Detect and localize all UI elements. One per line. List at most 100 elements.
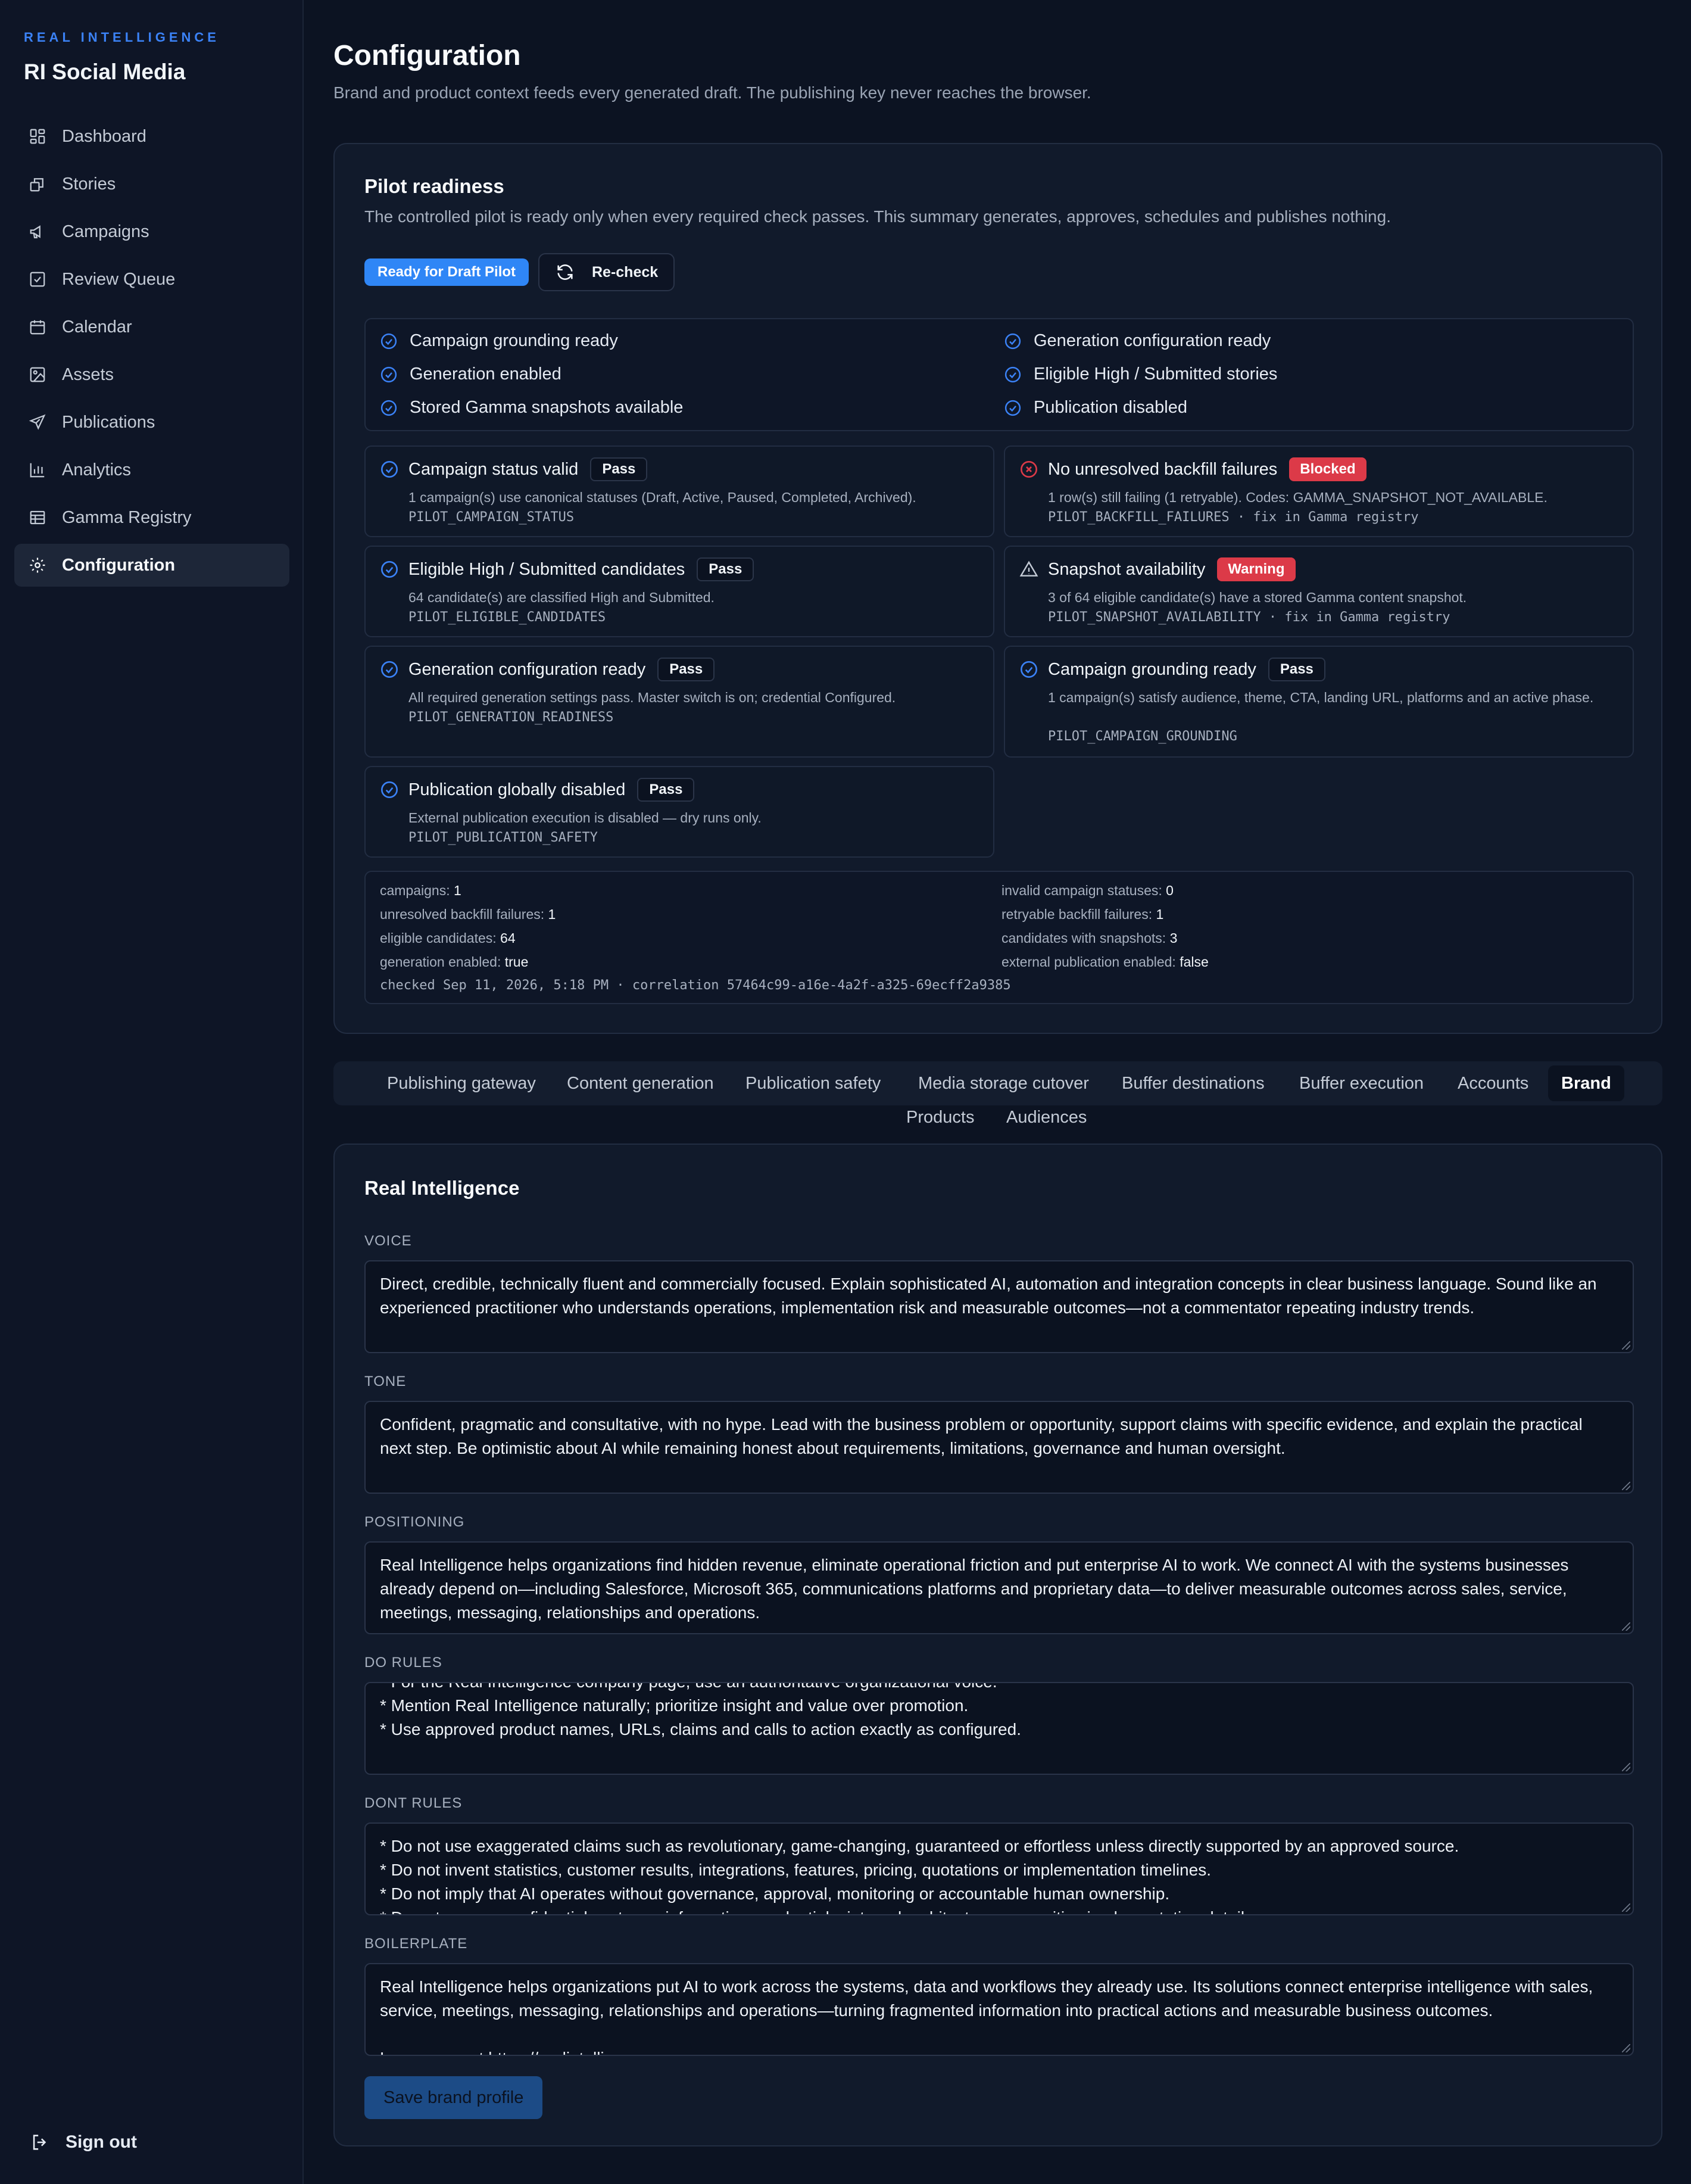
stat-retryable-failures: retryable backfill failures: 1	[1002, 906, 1164, 922]
check-title-row: Campaign grounding ready Pass	[1048, 658, 1325, 681]
check-title-row: No unresolved backfill failures Blocked	[1048, 457, 1366, 481]
refresh-icon	[557, 264, 573, 280]
megaphone-icon	[30, 225, 40, 239]
summary-item-label: Campaign grounding ready	[410, 331, 618, 350]
check-card-backfill-failures: No unresolved backfill failures Blocked …	[1004, 445, 1634, 537]
check-card-eligible-candidates: Eligible High / Submitted candidates Pas…	[364, 546, 994, 637]
check-description: 3 of 64 eligible candidate(s) have a sto…	[1048, 590, 1467, 605]
tab-accounts[interactable]: Accounts	[1444, 1065, 1542, 1101]
sidebar-item-review-queue[interactable]: Review Queue	[14, 258, 289, 301]
status-badge: Pass	[657, 658, 715, 681]
tab-buffer-destinations[interactable]: Buffer destinations	[1109, 1065, 1278, 1101]
tab-buffer-execution[interactable]: Buffer execution	[1286, 1065, 1437, 1101]
voice-textarea[interactable]: Direct, credible, technically fluent and…	[364, 1260, 1634, 1353]
sidebar-item-label: Review Queue	[62, 269, 176, 289]
check-title-row: Snapshot availability Warning	[1048, 557, 1296, 581]
check-code: PILOT_SNAPSHOT_AVAILABILITY · fix in Gam…	[1048, 610, 1450, 625]
summary-item-label: Eligible High / Submitted stories	[1034, 364, 1278, 384]
sidebar-item-label: Configuration	[62, 555, 176, 575]
check-card-publication-safety: Publication globally disabled Pass Exter…	[364, 766, 994, 858]
stat-external-publication: external publication enabled: false	[1002, 954, 1209, 970]
summary-item: Eligible High / Submitted stories	[1004, 364, 1277, 384]
sidebar-item-stories[interactable]: Stories	[14, 163, 289, 205]
sidebar-item-label: Publications	[62, 412, 155, 432]
check-description: 1 campaign(s) satisfy audience, theme, C…	[1048, 690, 1594, 705]
tone-textarea[interactable]: Confident, pragmatic and consultative, w…	[364, 1401, 1634, 1494]
check-description: 1 row(s) still failing (1 retryable). Co…	[1048, 490, 1548, 505]
tone-text: Confident, pragmatic and consultative, w…	[380, 1415, 1587, 1457]
check-circle-icon	[380, 400, 397, 416]
stat-invalid-statuses: invalid campaign statuses: 0	[1002, 883, 1174, 898]
status-badge: Warning	[1217, 557, 1296, 581]
tab-content-generation[interactable]: Content generation	[554, 1065, 727, 1101]
boilerplate-textarea[interactable]: Real Intelligence helps organizations pu…	[364, 1963, 1634, 2056]
check-card-generation-readiness: Generation configuration ready Pass All …	[364, 646, 994, 758]
sidebar-item-label: Analytics	[62, 460, 132, 479]
resize-handle[interactable]	[1622, 1622, 1630, 1631]
check-circle-icon	[1004, 400, 1021, 416]
sidebar-item-assets[interactable]: Assets	[14, 353, 289, 396]
dont-rules-textarea[interactable]: * Do not use exaggerated claims such as …	[364, 1822, 1634, 1915]
resize-handle[interactable]	[1622, 2044, 1630, 2052]
resize-handle[interactable]	[1622, 1763, 1630, 1771]
checked-timestamp: checked Sep 11, 2026, 5:18 PM · correlat…	[380, 978, 1011, 993]
page-title: Configuration	[333, 40, 521, 71]
sign-out-button[interactable]: Sign out	[30, 2132, 137, 2152]
check-description: External publication execution is disabl…	[408, 810, 762, 825]
sign-out-icon	[33, 2135, 46, 2150]
resize-handle[interactable]	[1622, 1903, 1630, 1912]
check-code: PILOT_CAMPAIGN_STATUS	[408, 510, 575, 525]
check-description: All required generation settings pass. M…	[408, 690, 896, 705]
summary-item: Stored Gamma snapshots available	[380, 398, 683, 418]
config-tabs: Publishing gateway Content generation Pu…	[333, 1061, 1662, 1105]
check-title-row: Generation configuration ready Pass	[408, 658, 715, 681]
check-code: PILOT_CAMPAIGN_GROUNDING	[1048, 729, 1237, 744]
status-badge: Pass	[1268, 658, 1325, 681]
tab-publishing-gateway[interactable]: Publishing gateway	[374, 1065, 549, 1101]
sidebar-item-campaigns[interactable]: Campaigns	[14, 210, 289, 253]
check-card-campaign-grounding: Campaign grounding ready Pass 1 campaign…	[1004, 646, 1634, 758]
check-card-snapshot-availability: Snapshot availability Warning 3 of 64 el…	[1004, 546, 1634, 637]
sidebar-item-dashboard[interactable]: Dashboard	[14, 115, 289, 158]
stat-candidates-snapshots: candidates with snapshots: 3	[1002, 930, 1178, 946]
bar-chart-icon	[30, 463, 45, 478]
sidebar-item-publications[interactable]: Publications	[14, 401, 289, 444]
check-title: Publication globally disabled	[408, 780, 626, 799]
check-title: Campaign status valid	[408, 459, 579, 479]
check-title: Campaign grounding ready	[1048, 659, 1256, 679]
x-circle-icon	[1021, 461, 1037, 478]
positioning-textarea[interactable]: Real Intelligence helps organizations fi…	[364, 1541, 1634, 1634]
check-circle-icon	[1004, 366, 1021, 382]
sidebar: REAL INTELLIGENCE RI Social Media Dashbo…	[0, 0, 304, 2184]
check-circle-icon	[381, 461, 398, 478]
brand-title: Real Intelligence	[364, 1177, 520, 1199]
tab-audiences[interactable]: Audiences	[1006, 1099, 1087, 1135]
check-circle-icon	[381, 661, 398, 678]
save-brand-profile-button[interactable]: Save brand profile	[364, 2076, 543, 2119]
sidebar-item-configuration[interactable]: Configuration	[14, 544, 289, 587]
recheck-button[interactable]: Re-check	[538, 253, 675, 291]
resize-handle[interactable]	[1622, 1341, 1630, 1350]
check-code: PILOT_ELIGIBLE_CANDIDATES	[408, 610, 606, 625]
do-rules-textarea[interactable]: * For the Real Intelligence company page…	[364, 1682, 1634, 1775]
tab-brand[interactable]: Brand	[1548, 1065, 1624, 1101]
tab-media-storage-cutover[interactable]: Media storage cutover	[905, 1065, 1102, 1101]
stories-icon	[30, 178, 43, 192]
readiness-status-badge: Ready for Draft Pilot	[364, 258, 529, 286]
check-title: Generation configuration ready	[408, 659, 646, 679]
checkbox-icon	[30, 272, 45, 287]
check-title-row: Eligible High / Submitted candidates Pas…	[408, 557, 754, 581]
brand-profile-panel: Real Intelligence VOICE Direct, credible…	[333, 1144, 1662, 2146]
do-rules-label: DO RULES	[364, 1655, 442, 1671]
sidebar-item-gamma-registry[interactable]: Gamma Registry	[14, 496, 289, 539]
sidebar-item-calendar[interactable]: Calendar	[14, 306, 289, 348]
check-title: Eligible High / Submitted candidates	[408, 559, 685, 579]
warning-triangle-icon	[1019, 560, 1038, 577]
boilerplate-text: Real Intelligence helps organizations pu…	[380, 1977, 1593, 2055]
sidebar-item-analytics[interactable]: Analytics	[14, 448, 289, 491]
stat-generation-enabled: generation enabled: true	[380, 954, 529, 970]
tab-products[interactable]: Products	[906, 1099, 974, 1135]
pilot-description: The controlled pilot is ready only when …	[364, 207, 1391, 226]
resize-handle[interactable]	[1622, 1482, 1630, 1490]
tab-publication-safety[interactable]: Publication safety	[732, 1065, 894, 1101]
